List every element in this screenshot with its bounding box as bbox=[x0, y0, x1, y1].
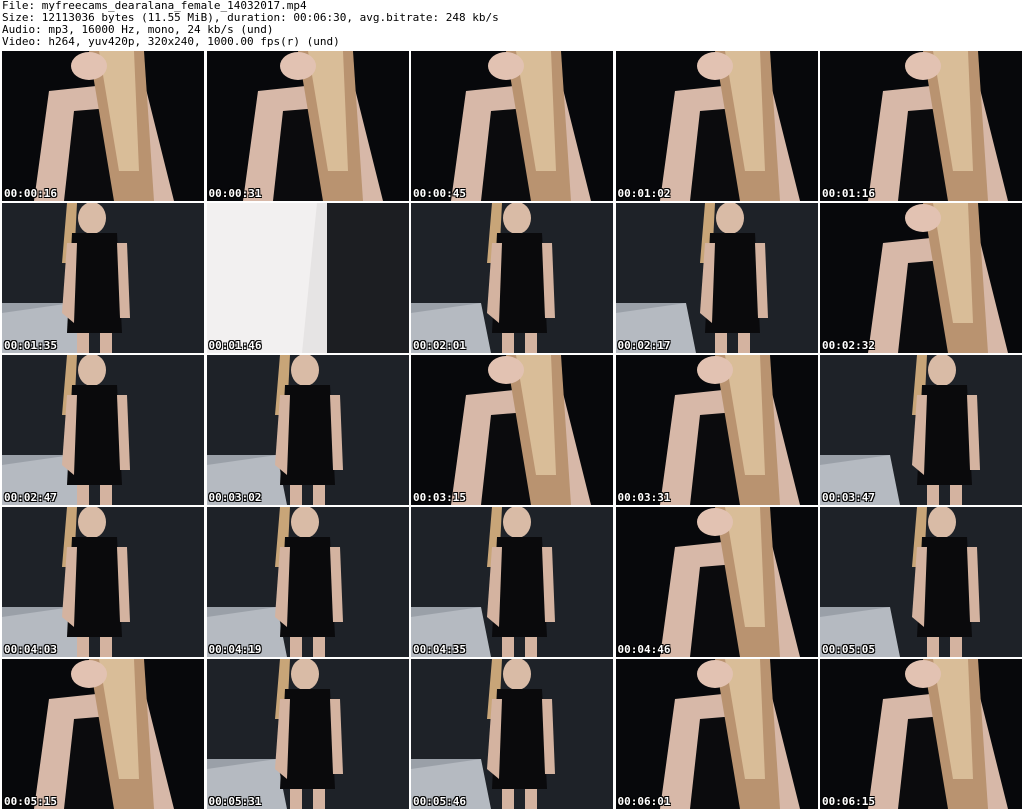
video-thumbnail: 00:06:15 bbox=[820, 659, 1022, 809]
thumbnail-frame-image bbox=[411, 51, 613, 201]
thumbnail-timestamp: 00:02:47 bbox=[4, 491, 57, 504]
video-thumbnail: 00:04:35 bbox=[411, 507, 613, 657]
video-thumbnail: 00:05:46 bbox=[411, 659, 613, 809]
video-thumbnail: 00:04:19 bbox=[206, 507, 409, 657]
thumbnail-frame-image bbox=[615, 507, 818, 657]
video-thumbnail: 00:05:31 bbox=[206, 659, 409, 809]
audio-info-line: Audio: mp3, 16000 Hz, mono, 24 kb/s (und… bbox=[2, 24, 274, 36]
file-name-line: File: myfreecams_dearalana_female_140320… bbox=[2, 0, 307, 12]
video-thumbnail: 00:02:01 bbox=[411, 203, 613, 353]
thumbnail-timestamp: 00:01:02 bbox=[617, 187, 671, 200]
thumbnail-timestamp: 00:04:35 bbox=[413, 643, 466, 656]
thumbnail-timestamp: 00:00:16 bbox=[4, 187, 57, 200]
thumbnail-frame-image bbox=[206, 355, 409, 505]
thumbnail-frame-image bbox=[2, 507, 204, 657]
file-size-line: Size: 12113036 bytes (11.55 MiB), durati… bbox=[2, 12, 499, 24]
thumbnail-timestamp: 00:02:17 bbox=[617, 339, 671, 352]
thumbnail-frame-image bbox=[820, 507, 1022, 657]
video-thumbnail: 00:04:03 bbox=[2, 507, 204, 657]
video-thumbnail: 00:00:31 bbox=[206, 51, 409, 201]
video-thumbnail: 00:02:17 bbox=[615, 203, 818, 353]
video-thumbnail: 00:03:15 bbox=[411, 355, 613, 505]
thumbnail-frame-image bbox=[206, 507, 409, 657]
video-thumbnail: 00:01:16 bbox=[820, 51, 1022, 201]
video-thumbnail: 00:00:16 bbox=[2, 51, 204, 201]
video-thumbnail: 00:06:01 bbox=[615, 659, 818, 809]
thumbnail-timestamp: 00:05:31 bbox=[208, 795, 262, 808]
thumbnail-frame-image bbox=[411, 355, 613, 505]
thumbnail-timestamp: 00:03:47 bbox=[822, 491, 875, 504]
video-thumbnail: 00:02:32 bbox=[820, 203, 1022, 353]
video-thumbnail: 00:04:46 bbox=[615, 507, 818, 657]
thumbnail-timestamp: 00:00:45 bbox=[413, 187, 466, 200]
thumbnail-timestamp: 00:01:16 bbox=[822, 187, 875, 200]
thumbnail-frame-image bbox=[411, 507, 613, 657]
thumbnail-frame-image bbox=[2, 203, 204, 353]
video-thumbnail: 00:01:35 bbox=[2, 203, 204, 353]
thumbnail-frame-image bbox=[2, 659, 204, 809]
thumbnail-frame-image bbox=[615, 355, 818, 505]
thumbnail-timestamp: 00:03:15 bbox=[413, 491, 466, 504]
thumbnail-frame-image bbox=[820, 51, 1022, 201]
thumbnail-frame-image bbox=[411, 659, 613, 809]
video-thumbnail: 00:02:47 bbox=[2, 355, 204, 505]
video-thumbnail: 00:00:45 bbox=[411, 51, 613, 201]
video-thumbnail: 00:01:46 bbox=[206, 203, 409, 353]
thumbnail-frame-image bbox=[615, 659, 818, 809]
thumbnail-timestamp: 00:04:46 bbox=[617, 643, 671, 656]
thumbnail-timestamp: 00:03:31 bbox=[617, 491, 671, 504]
thumbnail-frame-image bbox=[820, 203, 1022, 353]
thumbnail-frame-image bbox=[2, 355, 204, 505]
thumbnail-timestamp: 00:02:32 bbox=[822, 339, 875, 352]
thumbnail-timestamp: 00:04:19 bbox=[208, 643, 262, 656]
video-thumbnail: 00:01:02 bbox=[615, 51, 818, 201]
thumbnail-frame-image bbox=[411, 203, 613, 353]
thumbnail-frame-image bbox=[206, 203, 409, 353]
thumbnail-frame-image bbox=[615, 203, 818, 353]
video-thumbnail: 00:03:47 bbox=[820, 355, 1022, 505]
thumbnail-timestamp: 00:04:03 bbox=[4, 643, 57, 656]
file-info-header: File: myfreecams_dearalana_female_140320… bbox=[2, 0, 1022, 50]
video-thumbnail: 00:03:31 bbox=[615, 355, 818, 505]
video-thumbnail: 00:03:02 bbox=[206, 355, 409, 505]
thumbnail-frame-image bbox=[820, 659, 1022, 809]
thumbnail-timestamp: 00:01:46 bbox=[208, 339, 262, 352]
video-thumbnail: 00:05:15 bbox=[2, 659, 204, 809]
thumbnail-timestamp: 00:05:15 bbox=[4, 795, 57, 808]
thumbnail-frame-image bbox=[206, 659, 409, 809]
video-thumbnail: 00:05:05 bbox=[820, 507, 1022, 657]
thumbnail-timestamp: 00:00:31 bbox=[208, 187, 262, 200]
thumbnail-grid: 00:00:16 00:00:31 00:00:45 00:01:02 00:01:16… bbox=[2, 51, 1022, 811]
thumbnail-frame-image bbox=[615, 51, 818, 201]
thumbnail-frame-image bbox=[820, 355, 1022, 505]
thumbnail-timestamp: 00:02:01 bbox=[413, 339, 466, 352]
thumbnail-timestamp: 00:05:05 bbox=[822, 643, 875, 656]
thumbnail-timestamp: 00:03:02 bbox=[208, 491, 262, 504]
thumbnail-timestamp: 00:01:35 bbox=[4, 339, 57, 352]
video-info-line: Video: h264, yuv420p, 320x240, 1000.00 f… bbox=[2, 36, 340, 48]
thumbnail-timestamp: 00:06:01 bbox=[617, 795, 671, 808]
thumbnail-timestamp: 00:06:15 bbox=[822, 795, 875, 808]
thumbnail-timestamp: 00:05:46 bbox=[413, 795, 466, 808]
thumbnail-frame-image bbox=[206, 51, 409, 201]
thumbnail-frame-image bbox=[2, 51, 204, 201]
